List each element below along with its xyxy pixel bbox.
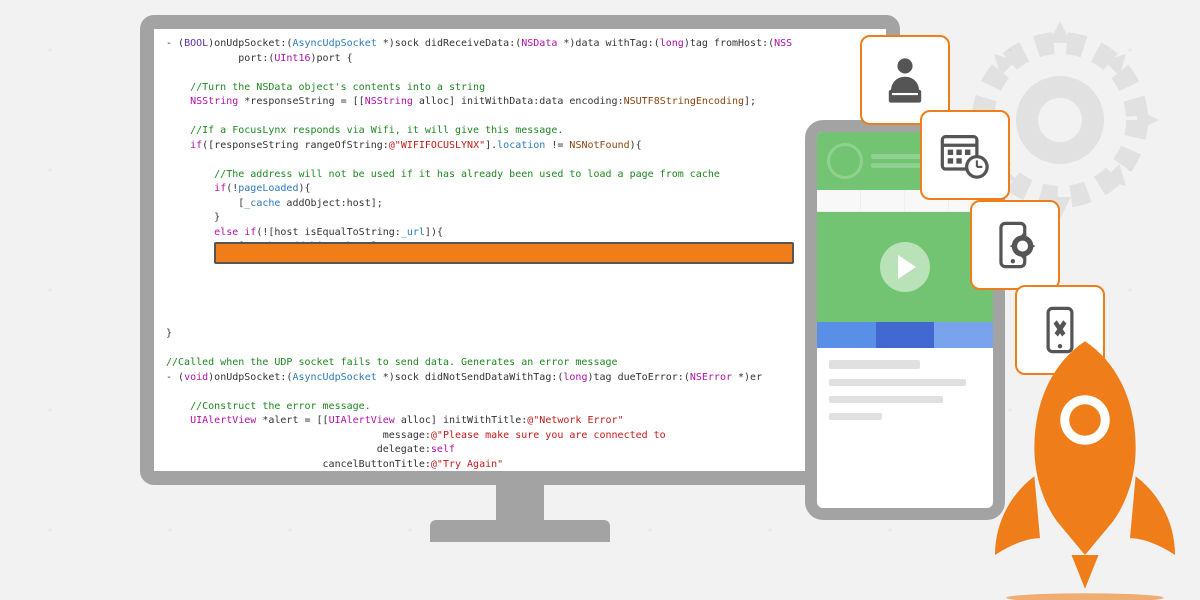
app-content — [817, 348, 993, 508]
avatar — [827, 143, 863, 179]
monitor-base — [430, 520, 610, 542]
highlight-bar — [214, 242, 794, 264]
color-bars — [817, 322, 993, 348]
phone-settings-icon — [970, 200, 1060, 290]
schedule-icon — [920, 110, 1010, 200]
monitor: - (BOOL)onUdpSocket:(AsyncUdpSocket *)so… — [140, 15, 900, 545]
monitor-screen: - (BOOL)onUdpSocket:(AsyncUdpSocket *)so… — [140, 15, 900, 485]
play-icon[interactable] — [880, 242, 930, 292]
video-player — [817, 212, 993, 322]
monitor-stand — [496, 485, 544, 525]
rocket-icon — [970, 330, 1200, 600]
